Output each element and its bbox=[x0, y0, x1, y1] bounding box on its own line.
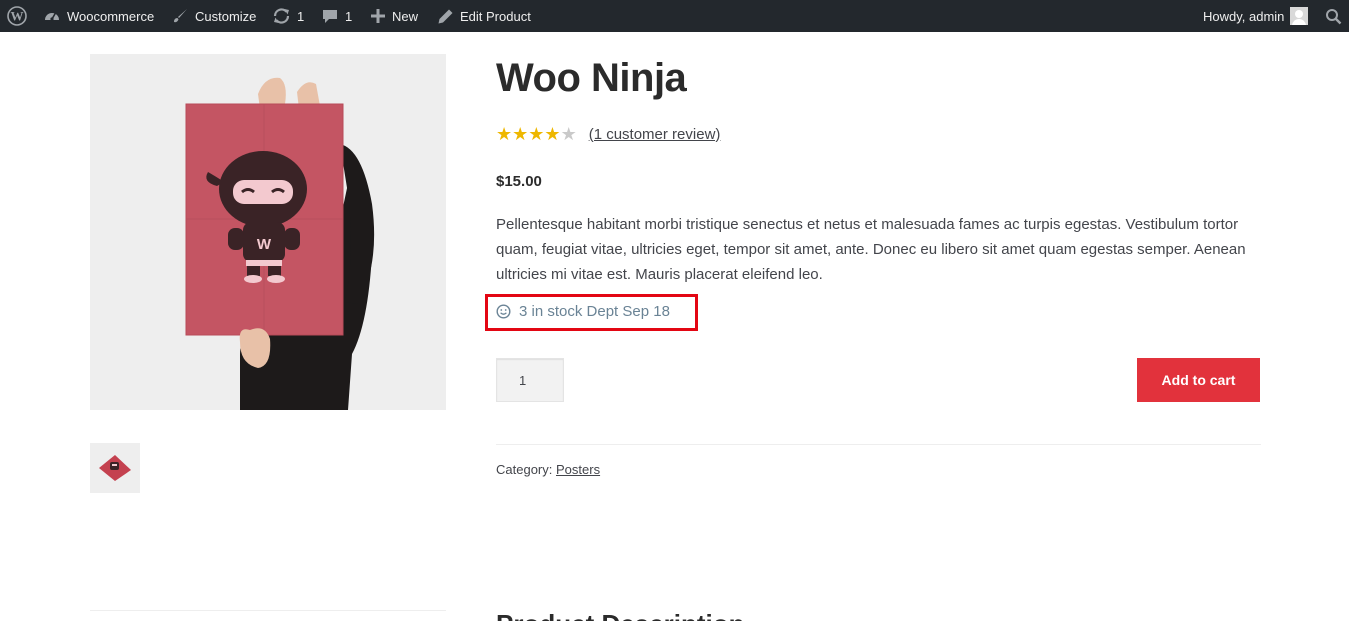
account-menu[interactable]: Howdy, admin bbox=[1203, 0, 1309, 32]
admin-bar: W Woocommerce Customize 1 1 New Edit Pro… bbox=[0, 0, 1349, 32]
new-content-menu[interactable]: New bbox=[370, 0, 418, 32]
site-name-label: Woocommerce bbox=[67, 8, 155, 24]
edit-product-label: Edit Product bbox=[460, 8, 531, 24]
site-name-menu[interactable]: Woocommerce bbox=[43, 0, 154, 32]
product-main-image[interactable]: W bbox=[90, 54, 446, 410]
search-icon bbox=[1325, 8, 1342, 25]
star-rating: ★ ★ ★ ★ ★ (1 customer review) bbox=[496, 125, 720, 143]
updates-icon bbox=[272, 7, 291, 25]
admin-search[interactable] bbox=[1325, 0, 1342, 32]
product-title: Woo Ninja bbox=[496, 56, 687, 100]
updates-menu[interactable]: 1 bbox=[272, 0, 304, 32]
ninja-poster-image: W bbox=[90, 54, 446, 410]
quantity-input[interactable] bbox=[496, 358, 564, 402]
avatar bbox=[1290, 7, 1309, 25]
svg-text:W: W bbox=[11, 9, 24, 24]
updates-count: 1 bbox=[297, 8, 305, 24]
edit-product-menu[interactable]: Edit Product bbox=[437, 0, 531, 32]
rating-stars: ★ ★ ★ ★ ★ bbox=[496, 125, 577, 143]
stock-text: 3 in stock Dept Sep 18 bbox=[519, 303, 670, 320]
comments-menu[interactable]: 1 bbox=[321, 0, 352, 32]
comments-count: 1 bbox=[345, 8, 353, 24]
wordpress-menu[interactable]: W bbox=[7, 0, 27, 32]
brush-icon bbox=[171, 7, 189, 25]
product-meta: Category: Posters bbox=[496, 462, 600, 477]
star-icon: ★ bbox=[544, 124, 561, 144]
product-short-description: Pellentesque habitant morbi tristique se… bbox=[496, 216, 1246, 283]
dashboard-icon bbox=[43, 7, 61, 25]
new-label: New bbox=[392, 8, 419, 24]
star-empty-icon: ★ bbox=[560, 124, 577, 144]
category-link[interactable]: Posters bbox=[556, 462, 600, 477]
comment-icon bbox=[321, 7, 339, 25]
plus-icon bbox=[370, 8, 386, 24]
star-icon: ★ bbox=[496, 124, 513, 144]
customize-menu[interactable]: Customize bbox=[171, 0, 256, 32]
product-price: $15.00 bbox=[496, 173, 542, 190]
poster-letter: W bbox=[257, 236, 272, 253]
wordpress-icon: W bbox=[7, 6, 27, 26]
customize-label: Customize bbox=[195, 8, 257, 24]
customer-review-link[interactable]: (1 customer review) bbox=[589, 126, 721, 143]
stock-status: 3 in stock Dept Sep 18 bbox=[496, 303, 670, 320]
smiley-icon bbox=[496, 304, 511, 319]
star-icon: ★ bbox=[528, 124, 545, 144]
greeting-label: Howdy, admin bbox=[1203, 8, 1285, 24]
add-to-cart-button[interactable]: Add to cart bbox=[1137, 358, 1260, 402]
category-label: Category: bbox=[496, 462, 553, 477]
product-thumbnail[interactable] bbox=[90, 443, 140, 493]
pencil-icon bbox=[437, 8, 454, 25]
divider bbox=[90, 610, 446, 611]
star-icon: ★ bbox=[512, 124, 529, 144]
thumbnail-image bbox=[90, 443, 140, 493]
divider bbox=[496, 444, 1261, 445]
description-heading: Product Description bbox=[496, 609, 744, 621]
